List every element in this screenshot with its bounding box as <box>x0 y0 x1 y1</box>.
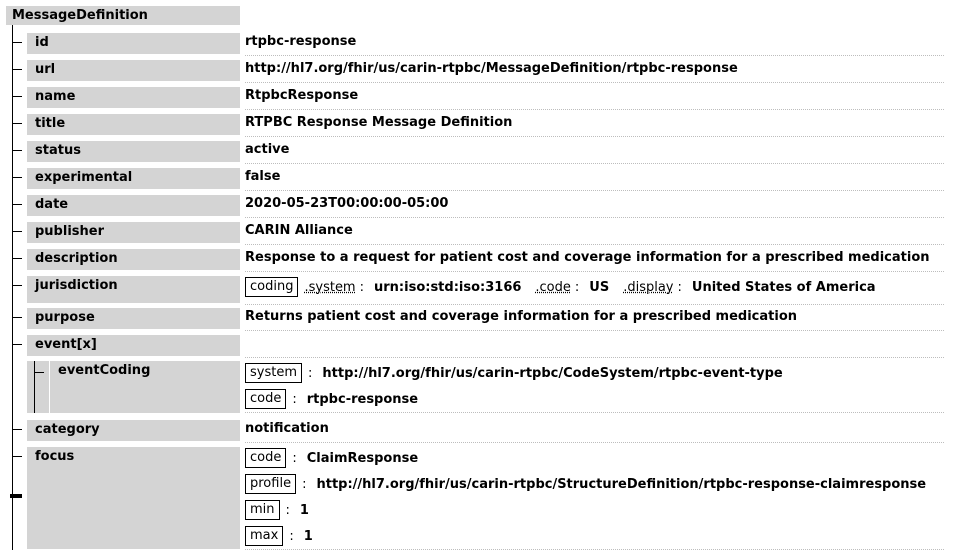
tree-end-marker <box>10 494 22 498</box>
value-publisher: CARIN Alliance <box>245 221 944 245</box>
tree-branch <box>12 177 22 178</box>
label-title: title <box>27 114 240 135</box>
label-category: category <box>27 420 240 441</box>
value-category: notification <box>245 419 944 443</box>
value-event <box>245 334 944 358</box>
tree-branch <box>12 204 22 205</box>
label-status: status <box>27 141 240 162</box>
display-value: United States of America <box>691 279 876 295</box>
value-status: active <box>245 140 944 164</box>
event-indent-block <box>27 361 49 413</box>
label-id: id <box>27 33 240 54</box>
label-focus: focus <box>27 447 240 549</box>
colon: : <box>285 502 290 518</box>
tree-branch <box>12 123 22 124</box>
label-event-coding: eventCoding <box>50 361 240 413</box>
system-value: urn:iso:std:iso:3166 <box>374 279 522 295</box>
code-value: US <box>589 279 610 295</box>
colon: : <box>292 391 297 407</box>
colon: : <box>359 279 364 295</box>
tree-branch <box>12 42 22 43</box>
label-publisher: publisher <box>27 222 240 243</box>
code-sublabel: .code <box>535 279 571 295</box>
value-focus: code : ClaimResponse profile : http://hl… <box>245 446 944 550</box>
colon: : <box>677 279 682 295</box>
code-box: code <box>245 389 287 409</box>
system-sublabel: .system <box>304 279 356 295</box>
tree-branch <box>12 429 22 430</box>
tree-branch <box>12 258 22 259</box>
value-title: RTPBC Response Message Definition <box>245 113 944 137</box>
label-jurisdiction: jurisdiction <box>27 276 240 303</box>
message-definition-tree: MessageDefinition id rtpbc-response url … <box>0 0 956 560</box>
system-box: system <box>245 363 302 383</box>
label-description: description <box>27 249 240 270</box>
colon: : <box>302 476 307 492</box>
tree-branch <box>12 456 22 457</box>
system-value: http://hl7.org/fhir/us/carin-rtpbc/CodeS… <box>322 365 783 381</box>
tree-branch <box>12 96 22 97</box>
colon: : <box>308 365 313 381</box>
tree-branch <box>12 150 22 151</box>
tree-branch <box>12 317 22 318</box>
tree-branch <box>12 285 22 286</box>
root-label: MessageDefinition <box>6 6 240 25</box>
value-event-coding: system : http://hl7.org/fhir/us/carin-rt… <box>245 361 944 413</box>
label-event: event[x] <box>27 335 240 356</box>
code-value: rtpbc-response <box>306 391 419 407</box>
profile-box: profile <box>245 474 297 494</box>
label-date: date <box>27 195 240 216</box>
label-experimental: experimental <box>27 168 240 189</box>
max-box: max <box>245 526 284 546</box>
label-url: url <box>27 60 240 81</box>
value-id: rtpbc-response <box>245 32 944 56</box>
display-sublabel: .display <box>623 279 674 295</box>
tree-branch <box>12 344 22 345</box>
code-box: code <box>245 448 287 468</box>
value-name: RtpbcResponse <box>245 86 944 110</box>
coding-type-box: coding <box>245 277 299 297</box>
colon: : <box>292 450 297 466</box>
colon: : <box>289 528 294 544</box>
profile-value: http://hl7.org/fhir/us/carin-rtpbc/Struc… <box>316 476 927 492</box>
value-jurisdiction: coding .system : urn:iso:std:iso:3166 .c… <box>245 275 944 305</box>
value-date: 2020-05-23T00:00:00-05:00 <box>245 194 944 218</box>
label-name: name <box>27 87 240 108</box>
label-purpose: purpose <box>27 308 240 329</box>
tree-branch-nested <box>34 361 35 413</box>
tree-trunk-line <box>12 25 13 550</box>
min-value: 1 <box>299 502 309 518</box>
value-experimental: false <box>245 167 944 191</box>
value-purpose: Returns patient cost and coverage inform… <box>245 307 944 331</box>
tree-branch <box>34 372 44 373</box>
colon: : <box>574 279 580 295</box>
value-description: Response to a request for patient cost a… <box>245 248 944 272</box>
code-value: ClaimResponse <box>306 450 419 466</box>
max-value: 1 <box>303 528 313 544</box>
tree-branch <box>12 69 22 70</box>
tree-branch <box>12 231 22 232</box>
min-box: min <box>245 500 280 520</box>
value-url: http://hl7.org/fhir/us/carin-rtpbc/Messa… <box>245 59 944 83</box>
